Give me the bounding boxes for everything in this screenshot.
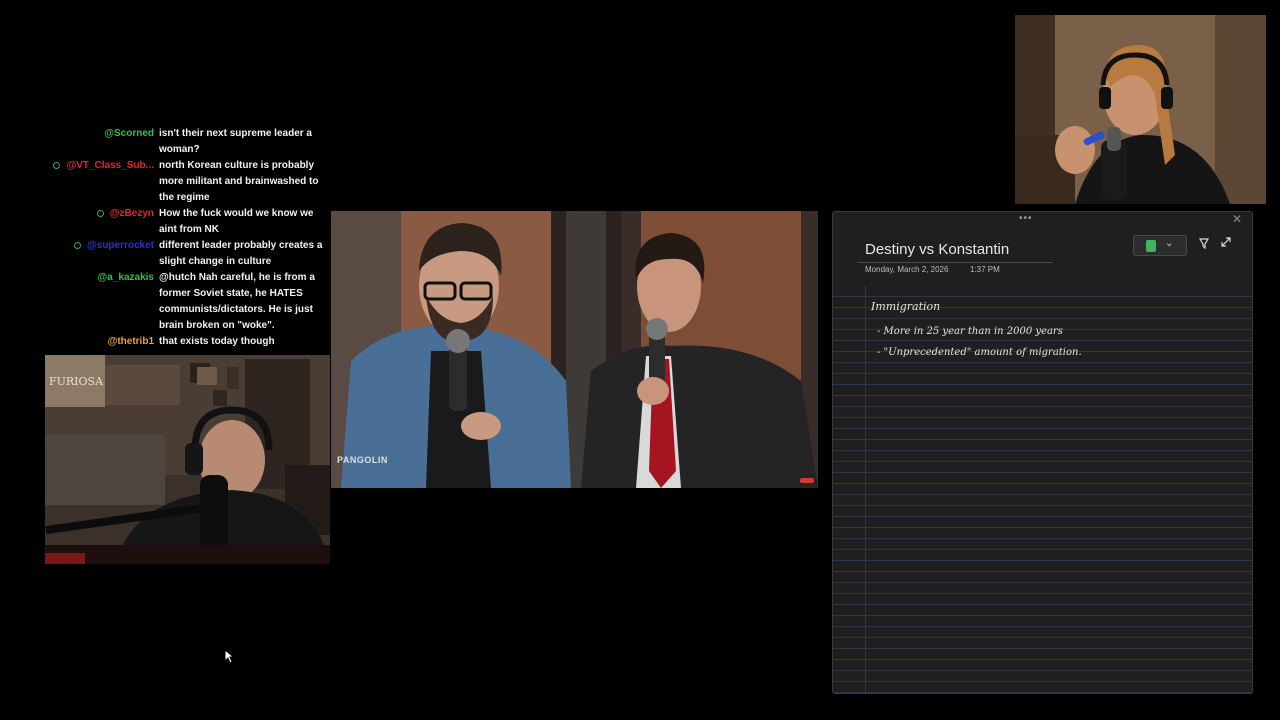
page-title[interactable]: Destiny vs Konstantin [865, 241, 1009, 258]
chat-text: How the fuck would we know we aint from … [159, 208, 314, 235]
notebook-icon [1146, 240, 1156, 252]
debate-video[interactable]: PANGOLIN [331, 211, 818, 488]
video-watermark: PANGOLIN [337, 455, 388, 465]
chat-text: north Korean culture is probably more mi… [159, 160, 319, 203]
pin-icon[interactable] [1198, 237, 1210, 252]
chat-message: @thetrib1 that exists today though [40, 334, 330, 350]
ink-line[interactable]: - More in 25 year than in 2000 years [877, 326, 1063, 337]
chat-text: that exists today though [159, 336, 275, 347]
mouse-cursor-icon [224, 648, 235, 669]
chat-username: @a_kazakis [97, 272, 154, 283]
poster-text: FURIOSA [49, 375, 104, 388]
subscriber-badge-icon [96, 209, 104, 217]
chat-username: @thetrib1 [107, 336, 154, 347]
notes-window[interactable]: ••• ✕ Destiny vs Konstantin Monday, Marc… [832, 211, 1253, 694]
chat-message: @VT_Class_Sub... north Korean culture is… [40, 158, 330, 206]
chat-message: @Scorned isn't their next supreme leader… [40, 126, 330, 158]
close-icon[interactable]: ✕ [1232, 212, 1242, 226]
ink-heading[interactable]: Immigration [871, 300, 940, 313]
drag-dots-icon[interactable]: ••• [1019, 213, 1033, 224]
video-frame-image [331, 211, 818, 488]
streamer-webcam-right [1015, 15, 1266, 204]
chat-username: @superrocket [40, 238, 159, 254]
chat-message: @a_kazakis @hutch Nah careful, he is fro… [40, 270, 330, 334]
subscriber-badge-icon [53, 161, 61, 169]
chevron-down-icon: ⌄ [1165, 238, 1174, 249]
page-margin-line [865, 286, 866, 693]
chat-username: @zBezyn [40, 206, 159, 222]
chat-username: @Scorned [104, 128, 154, 139]
title-divider [857, 262, 1053, 263]
chat-text: @hutch Nah careful, he is from a former … [159, 272, 315, 331]
chat-username: @VT_Class_Sub... [40, 158, 159, 174]
chat-text: isn't their next supreme leader a woman? [159, 128, 312, 155]
expand-icon[interactable] [1220, 236, 1232, 251]
webcam-left-image: FURIOSA [45, 355, 330, 564]
page-date: Monday, March 2, 2026 [865, 265, 949, 274]
chat-text: different leader probably creates a slig… [159, 240, 323, 267]
page-time: 1:37 PM [970, 265, 1000, 274]
streamer-webcam-left: FURIOSA [45, 355, 330, 564]
webcam-right-image [1015, 15, 1266, 204]
ink-line[interactable]: - "Unprecedented" amount of migration. [877, 347, 1082, 358]
chat-message: @zBezyn How the fuck would we know we ai… [40, 206, 330, 238]
stream-chat: @Scorned isn't their next supreme leader… [40, 126, 330, 350]
chat-message: @superrocket different leader probably c… [40, 238, 330, 270]
recording-indicator [800, 478, 814, 483]
notebook-switcher-button[interactable]: ⌄ [1133, 235, 1187, 256]
subscriber-badge-icon [74, 241, 81, 249]
